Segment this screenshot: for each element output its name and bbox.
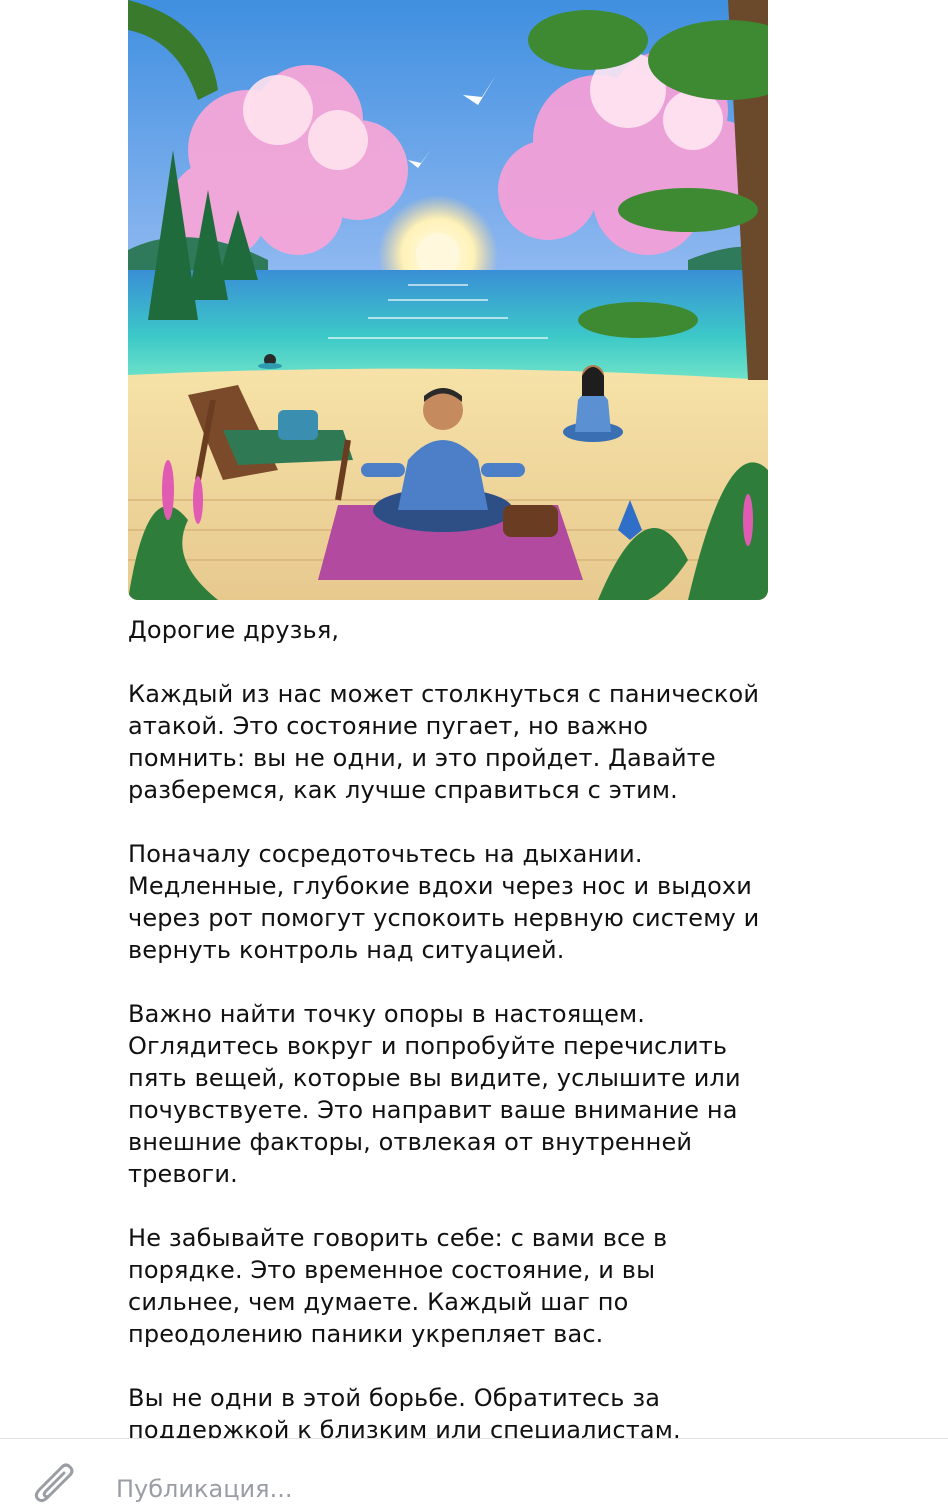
post-paragraph-1: Дорогие друзья, — [128, 616, 340, 644]
post-image[interactable] — [128, 0, 768, 600]
paperclip-icon — [34, 1463, 74, 1503]
post-content-scroll[interactable]: Дорогие друзья, Каждый из нас может стол… — [0, 0, 948, 1438]
post-paragraph-5: Не забывайте говорить себе: с вами все в… — [128, 1224, 668, 1348]
post-paragraph-4: Важно найти точку опоры в настоящем. Огл… — [128, 1000, 741, 1188]
meditation-beach-illustration — [128, 0, 768, 600]
post-editor-page: Дорогие друзья, Каждый из нас может стол… — [0, 0, 948, 1504]
post-body-text[interactable]: Дорогие друзья, Каждый из нас может стол… — [128, 614, 788, 1438]
composer-bar — [0, 1438, 948, 1504]
attach-button[interactable] — [30, 1461, 82, 1504]
post-composer-input[interactable] — [116, 1469, 896, 1504]
post-paragraph-2: Каждый из нас может столкнуться с паниче… — [128, 680, 760, 804]
post-paragraph-3: Поначалу сосредоточьтесь на дыхании. Мед… — [128, 840, 760, 964]
post-paragraph-6: Вы не одни в этой борьбе. Обратитесь за … — [128, 1384, 681, 1438]
